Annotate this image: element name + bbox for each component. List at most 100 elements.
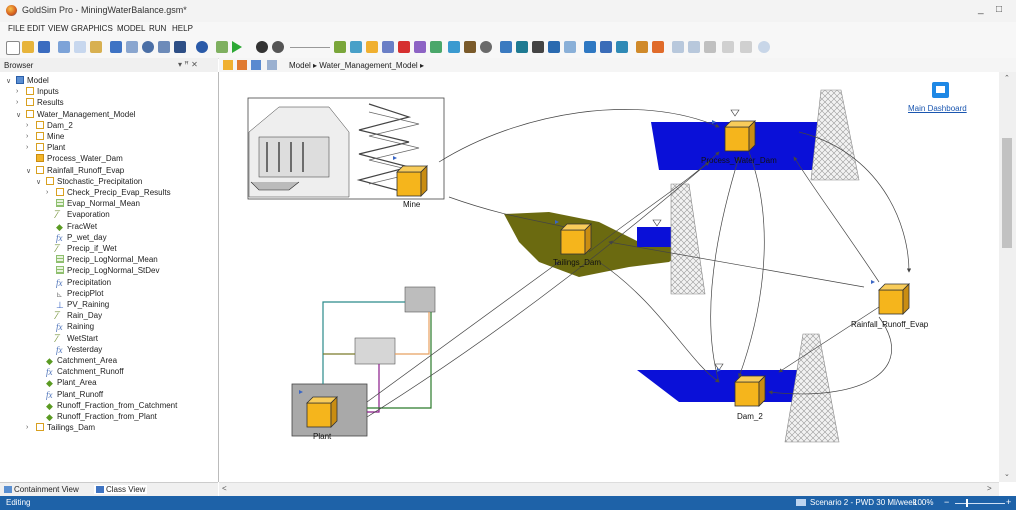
rainfall-runoff-evap-element[interactable]	[879, 284, 909, 314]
tree-item[interactable]: Rainfall_Runoff_Evap	[36, 165, 124, 177]
run-icon[interactable]	[232, 41, 242, 53]
minimize-button[interactable]: _	[978, 4, 984, 15]
tree-item[interactable]: ∕̅ Precip_if_Wet	[56, 244, 117, 255]
export-icon[interactable]	[652, 41, 664, 53]
tree-item[interactable]: Precip_LogNormal_Mean	[56, 255, 158, 266]
navigate-back-icon[interactable]	[251, 60, 261, 70]
tree-item[interactable]: Plant	[36, 143, 65, 154]
edit-mode-icon[interactable]	[216, 41, 228, 53]
scroll-left-icon[interactable]: <	[222, 484, 227, 493]
list-icon[interactable]	[500, 41, 512, 53]
tree-item[interactable]: fx Raining	[56, 322, 94, 333]
view-icon[interactable]	[174, 41, 186, 53]
dollar-icon[interactable]	[548, 41, 560, 53]
tab-class-view[interactable]: Class View	[94, 485, 148, 494]
expand-icon[interactable]: ›	[26, 122, 28, 129]
reset-icon[interactable]	[272, 41, 284, 53]
layout-icon[interactable]	[110, 41, 122, 53]
format-icon[interactable]	[704, 41, 716, 53]
menu-run[interactable]: RUN	[149, 24, 166, 33]
tree-item[interactable]: ⊥ PV_Raining	[56, 300, 109, 311]
tree-item[interactable]: ◆ Runoff_Fraction_from_Plant	[46, 412, 157, 423]
chart-icon[interactable]	[616, 41, 628, 53]
expand-icon[interactable]: ›	[26, 424, 28, 431]
collapse-icon[interactable]: ∨	[36, 178, 41, 186]
tree-item[interactable]: Tailings_Dam	[36, 423, 95, 434]
collapse-icon[interactable]: ∨	[26, 167, 31, 175]
plant-element[interactable]	[307, 397, 337, 427]
tree-item[interactable]: ◆ Catchment_Area	[46, 356, 117, 367]
bank-icon[interactable]	[532, 41, 544, 53]
tree-item[interactable]: fx Catchment_Runoff	[46, 367, 124, 378]
tree-item[interactable]: fx Yesterday	[56, 345, 102, 356]
tree-item[interactable]: ◆ FracWet	[56, 222, 97, 233]
scenario-status[interactable]: Scenario 2 - PWD 30 Ml/week	[810, 498, 917, 507]
menu-help[interactable]: HELP	[172, 24, 193, 33]
collapse-icon[interactable]: ∨	[6, 77, 11, 85]
process-water-dam-element[interactable]	[725, 121, 755, 151]
dam-2-element[interactable]	[735, 376, 765, 406]
menu-edit[interactable]: EDIT	[27, 24, 45, 33]
copy-icon[interactable]	[74, 41, 86, 53]
expand-icon[interactable]: ›	[46, 189, 48, 196]
zoom-slider-thumb[interactable]	[966, 499, 968, 507]
tag-icon[interactable]	[516, 41, 528, 53]
model-canvas[interactable]: Mine Process_Water_Dam Tailings_Dam Rain…	[219, 72, 999, 482]
filter-icon[interactable]	[158, 41, 170, 53]
tree-item[interactable]: Precip_LogNormal_StDev	[56, 266, 160, 277]
tree-item[interactable]: ∕̅ Evaporation	[56, 210, 110, 221]
browser-pin-icon[interactable]: ▾ ꟸ ✕	[178, 60, 198, 69]
stock-element-icon[interactable]	[366, 41, 378, 53]
properties-icon[interactable]	[126, 41, 138, 53]
open-folder-icon[interactable]	[22, 41, 34, 53]
tree-item[interactable]: ◆ Plant_Area	[46, 378, 97, 389]
function-element-icon[interactable]	[382, 41, 394, 53]
dashboard-icon[interactable]	[600, 41, 612, 53]
mine-element[interactable]	[397, 166, 427, 196]
tab-containment-view[interactable]: Containment View	[4, 485, 79, 494]
scroll-right-icon[interactable]: >	[987, 484, 992, 493]
tree-item[interactable]: Evap_Normal_Mean	[56, 199, 140, 210]
tree-item[interactable]: fx Precipitation	[56, 278, 111, 289]
tree-item[interactable]: Results	[26, 98, 64, 109]
breadcrumb-water-management[interactable]: Water_Management_Model	[319, 61, 417, 70]
container-icon[interactable]	[334, 41, 346, 53]
collapse-icon[interactable]: ∨	[16, 111, 21, 119]
connect-icon[interactable]	[740, 41, 752, 53]
network-icon[interactable]	[584, 41, 596, 53]
delay-element-icon[interactable]	[414, 41, 426, 53]
calculator-icon[interactable]	[564, 41, 576, 53]
help-icon[interactable]	[196, 41, 208, 53]
save-icon[interactable]	[38, 41, 50, 53]
go-up-icon[interactable]	[237, 60, 247, 70]
menu-graphics[interactable]: GRAPHICS	[71, 24, 113, 33]
result-element-icon[interactable]	[430, 41, 442, 53]
input-element-icon[interactable]	[448, 41, 460, 53]
align-icon[interactable]	[672, 41, 684, 53]
zoom-in-button[interactable]: +	[1006, 497, 1011, 507]
tree-item[interactable]: fx Plant_Runoff	[46, 390, 103, 401]
data-element-icon[interactable]	[350, 41, 362, 53]
tree-item[interactable]: Check_Precip_Evap_Results	[56, 188, 171, 199]
menu-model[interactable]: MODEL	[117, 24, 145, 33]
cut-icon[interactable]	[58, 41, 70, 53]
vertical-scrollbar[interactable]: ⌃ ⌄	[999, 72, 1016, 482]
tree-item[interactable]: Model	[16, 76, 49, 87]
scroll-down-icon[interactable]: ⌄	[1004, 470, 1010, 478]
main-dashboard-link[interactable]: Main Dashboard	[908, 104, 967, 113]
menu-file[interactable]: FILE	[8, 24, 25, 33]
scroll-up-icon[interactable]: ⌃	[1004, 74, 1010, 82]
financial-element-icon[interactable]	[464, 41, 476, 53]
import-icon[interactable]	[636, 41, 648, 53]
go-home-icon[interactable]	[223, 60, 233, 70]
arrange-icon[interactable]	[722, 41, 734, 53]
maximize-button[interactable]: □	[996, 4, 1002, 15]
tree-item[interactable]: fx P_wet_day	[56, 233, 107, 244]
navigate-forward-icon[interactable]	[267, 60, 277, 70]
menu-view[interactable]: VIEW	[48, 24, 68, 33]
find-icon[interactable]	[142, 41, 154, 53]
tree-item[interactable]: Process_Water_Dam	[36, 154, 123, 165]
zoom-slider[interactable]	[955, 503, 1005, 504]
distribute-icon[interactable]	[688, 41, 700, 53]
refresh-icon[interactable]	[758, 41, 770, 53]
